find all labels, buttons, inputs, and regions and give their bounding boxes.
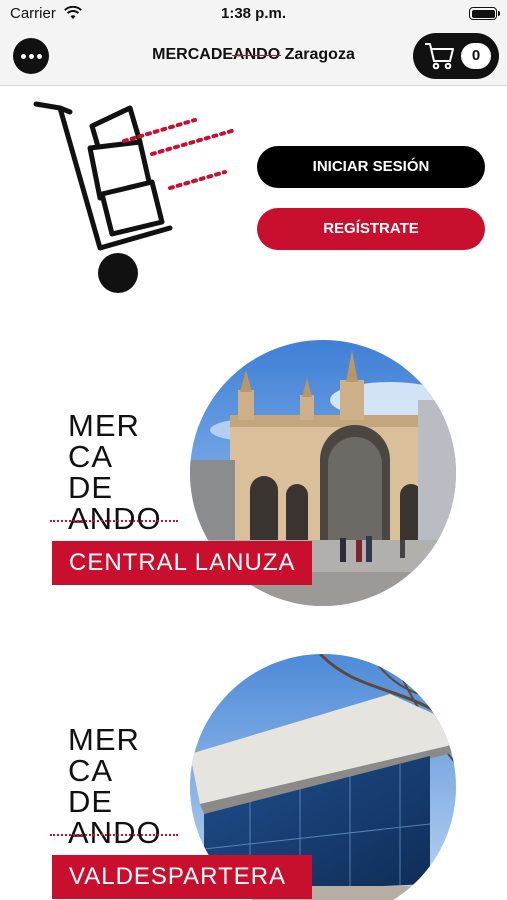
market-logo: MER CA DE ANDO bbox=[50, 724, 178, 848]
market-name-banner: VALDESPARTERA bbox=[52, 855, 312, 899]
title-strike: ANDO bbox=[233, 46, 281, 63]
shopping-cart-icon bbox=[425, 43, 454, 70]
market-card-valdespartera[interactable]: MER CA DE ANDO VALDESPARTERA bbox=[0, 652, 507, 900]
battery-icon bbox=[469, 7, 500, 20]
cart-count-badge: 0 bbox=[461, 43, 491, 69]
nav-bar: MERCADEANDO Zaragoza 0 bbox=[0, 28, 507, 86]
market-card-central-lanuza[interactable]: MER CA DE ANDO CENTRAL LANUZA bbox=[0, 338, 507, 608]
cart-button[interactable]: 0 bbox=[413, 33, 499, 79]
login-button[interactable]: INICIAR SESIÓN bbox=[257, 146, 485, 188]
clock: 1:38 p.m. bbox=[220, 5, 287, 22]
hand-truck-icon bbox=[33, 101, 237, 293]
market-name-banner: CENTRAL LANUZA bbox=[52, 541, 312, 585]
register-button[interactable]: REGÍSTRATE bbox=[257, 208, 485, 250]
status-bar: Carrier 1:38 p.m. bbox=[0, 0, 507, 28]
market-logo: MER CA DE ANDO bbox=[50, 410, 178, 534]
